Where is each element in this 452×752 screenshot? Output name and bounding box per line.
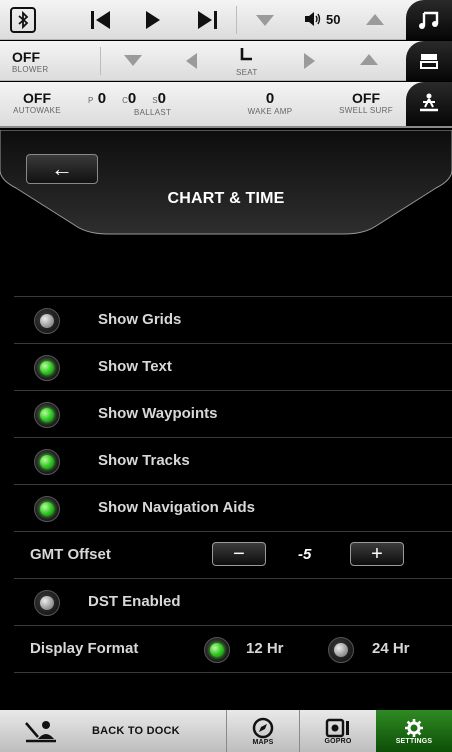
dock-icon <box>25 721 56 743</box>
next-track-icon[interactable] <box>196 10 218 35</box>
volume-value: 50 <box>326 11 341 27</box>
page-header <box>0 130 452 238</box>
dst-enabled-label: DST Enabled <box>88 593 181 610</box>
ballast-port-prefix: P <box>88 96 94 105</box>
display-format-row: Display Format 12 Hr 24 Hr <box>14 625 452 672</box>
option-label: Show Grids <box>98 311 182 328</box>
seat-icon <box>240 48 252 61</box>
swell-surf-value: OFF <box>352 90 380 106</box>
gopro-label: GOPRO <box>324 737 352 745</box>
seat-control: SEAT <box>236 47 258 77</box>
seat-label: SEAT <box>236 68 258 77</box>
option-show-navigation-aids[interactable]: Show Navigation Aids <box>14 484 452 531</box>
autowake-value: OFF <box>23 90 51 106</box>
volume-display: 50 <box>304 11 340 27</box>
gear-icon <box>405 718 423 737</box>
blower-label: BLOWER <box>12 65 49 74</box>
wake-bar: OFF AUTOWAKE P 0 C0 S0 BALLAST 0 WAKE AM… <box>0 82 452 128</box>
volume-down-icon[interactable] <box>256 15 274 26</box>
radio-show-tracks[interactable] <box>34 449 60 475</box>
plus-icon: + <box>371 543 383 565</box>
option-label: Show Navigation Aids <box>98 499 255 516</box>
ballast-port-value: 0 <box>97 90 107 107</box>
blower-down-icon[interactable] <box>124 55 142 66</box>
option-12-hr-label: 12 Hr <box>246 640 284 657</box>
header-panel-shape <box>0 130 452 235</box>
ballast-control[interactable]: P 0 C0 S0 BALLAST <box>88 90 228 117</box>
gopro-tab[interactable]: GOPRO <box>300 710 376 752</box>
wake-amp-control[interactable]: 0 WAKE AMP <box>232 90 308 116</box>
radio-show-navigation-aids[interactable] <box>34 496 60 522</box>
swell-surf-control[interactable]: OFF SWELL SURF <box>328 90 404 115</box>
blower-control[interactable]: OFF BLOWER <box>12 49 48 74</box>
ballast-label: BALLAST <box>134 108 172 117</box>
option-show-text[interactable]: Show Text <box>14 343 452 390</box>
ballast-starboard-value: 0 <box>157 90 166 107</box>
volume-up-icon[interactable] <box>366 14 384 25</box>
seat-left-icon[interactable] <box>186 53 197 69</box>
page-title: CHART & TIME <box>167 190 285 207</box>
gmt-offset-value: -5 <box>298 546 312 563</box>
gmt-offset-label: GMT Offset <box>30 546 111 563</box>
autowake-label: AUTOWAKE <box>13 106 61 115</box>
bluetooth-icon[interactable] <box>10 7 36 33</box>
settings-tab[interactable]: SETTINGS <box>376 710 452 752</box>
back-arrow-icon: ← <box>51 156 73 181</box>
radio-show-grids[interactable] <box>34 308 60 334</box>
option-show-tracks[interactable]: Show Tracks <box>14 437 452 484</box>
radio-show-waypoints[interactable] <box>34 402 60 428</box>
option-label: Show Tracks <box>98 452 190 469</box>
wake-amp-value: 0 <box>265 90 275 107</box>
camera-icon <box>325 718 349 737</box>
compass-icon <box>252 717 274 738</box>
display-format-label: Display Format <box>30 640 139 657</box>
minus-icon: − <box>233 543 245 565</box>
settings-label: SETTINGS <box>395 737 433 745</box>
bottom-nav: BACK TO DOCK MAPS GOPRO SETTINGS <box>0 710 452 752</box>
dst-enabled-row[interactable]: DST Enabled <box>14 578 452 625</box>
ballast-center-value: 0 <box>127 90 137 107</box>
comfort-bar: OFF BLOWER SEAT <box>0 41 452 81</box>
play-icon[interactable] <box>146 11 160 29</box>
option-label: Show Waypoints <box>98 405 218 422</box>
music-note-icon[interactable] <box>406 0 452 40</box>
radio-show-text[interactable] <box>34 355 60 381</box>
speaker-icon <box>305 12 321 26</box>
autowake-control[interactable]: OFF AUTOWAKE <box>0 90 74 115</box>
blower-value: OFF <box>12 49 40 65</box>
maps-tab[interactable]: MAPS <box>227 710 299 752</box>
option-label: Show Text <box>98 358 172 375</box>
radio-12-hr[interactable] <box>204 637 230 663</box>
radio-24-hr[interactable] <box>328 637 354 663</box>
seat-right-icon[interactable] <box>304 53 315 69</box>
gmt-plus-button[interactable]: + <box>350 542 404 566</box>
radio-dst-enabled[interactable] <box>34 590 60 616</box>
gmt-offset-row: GMT Offset − -5 + <box>14 531 452 578</box>
back-to-dock-button[interactable]: BACK TO DOCK <box>0 710 226 752</box>
back-to-dock-label: BACK TO DOCK <box>92 725 180 737</box>
media-bar: 50 <box>0 0 452 40</box>
wakeboarder-icon[interactable] <box>406 82 452 126</box>
gmt-minus-button[interactable]: − <box>212 542 266 566</box>
option-show-grids[interactable]: Show Grids <box>14 296 452 343</box>
swell-surf-label: SWELL SURF <box>339 106 393 115</box>
wake-amp-label: WAKE AMP <box>247 107 293 116</box>
maps-label: MAPS <box>252 738 274 746</box>
previous-track-icon[interactable] <box>90 10 112 35</box>
divider <box>14 672 452 673</box>
option-show-waypoints[interactable]: Show Waypoints <box>14 390 452 437</box>
back-button[interactable]: ← <box>26 154 98 184</box>
option-24-hr-label: 24 Hr <box>372 640 410 657</box>
panel-icon[interactable] <box>406 41 452 81</box>
seat-up-icon[interactable] <box>360 54 378 65</box>
